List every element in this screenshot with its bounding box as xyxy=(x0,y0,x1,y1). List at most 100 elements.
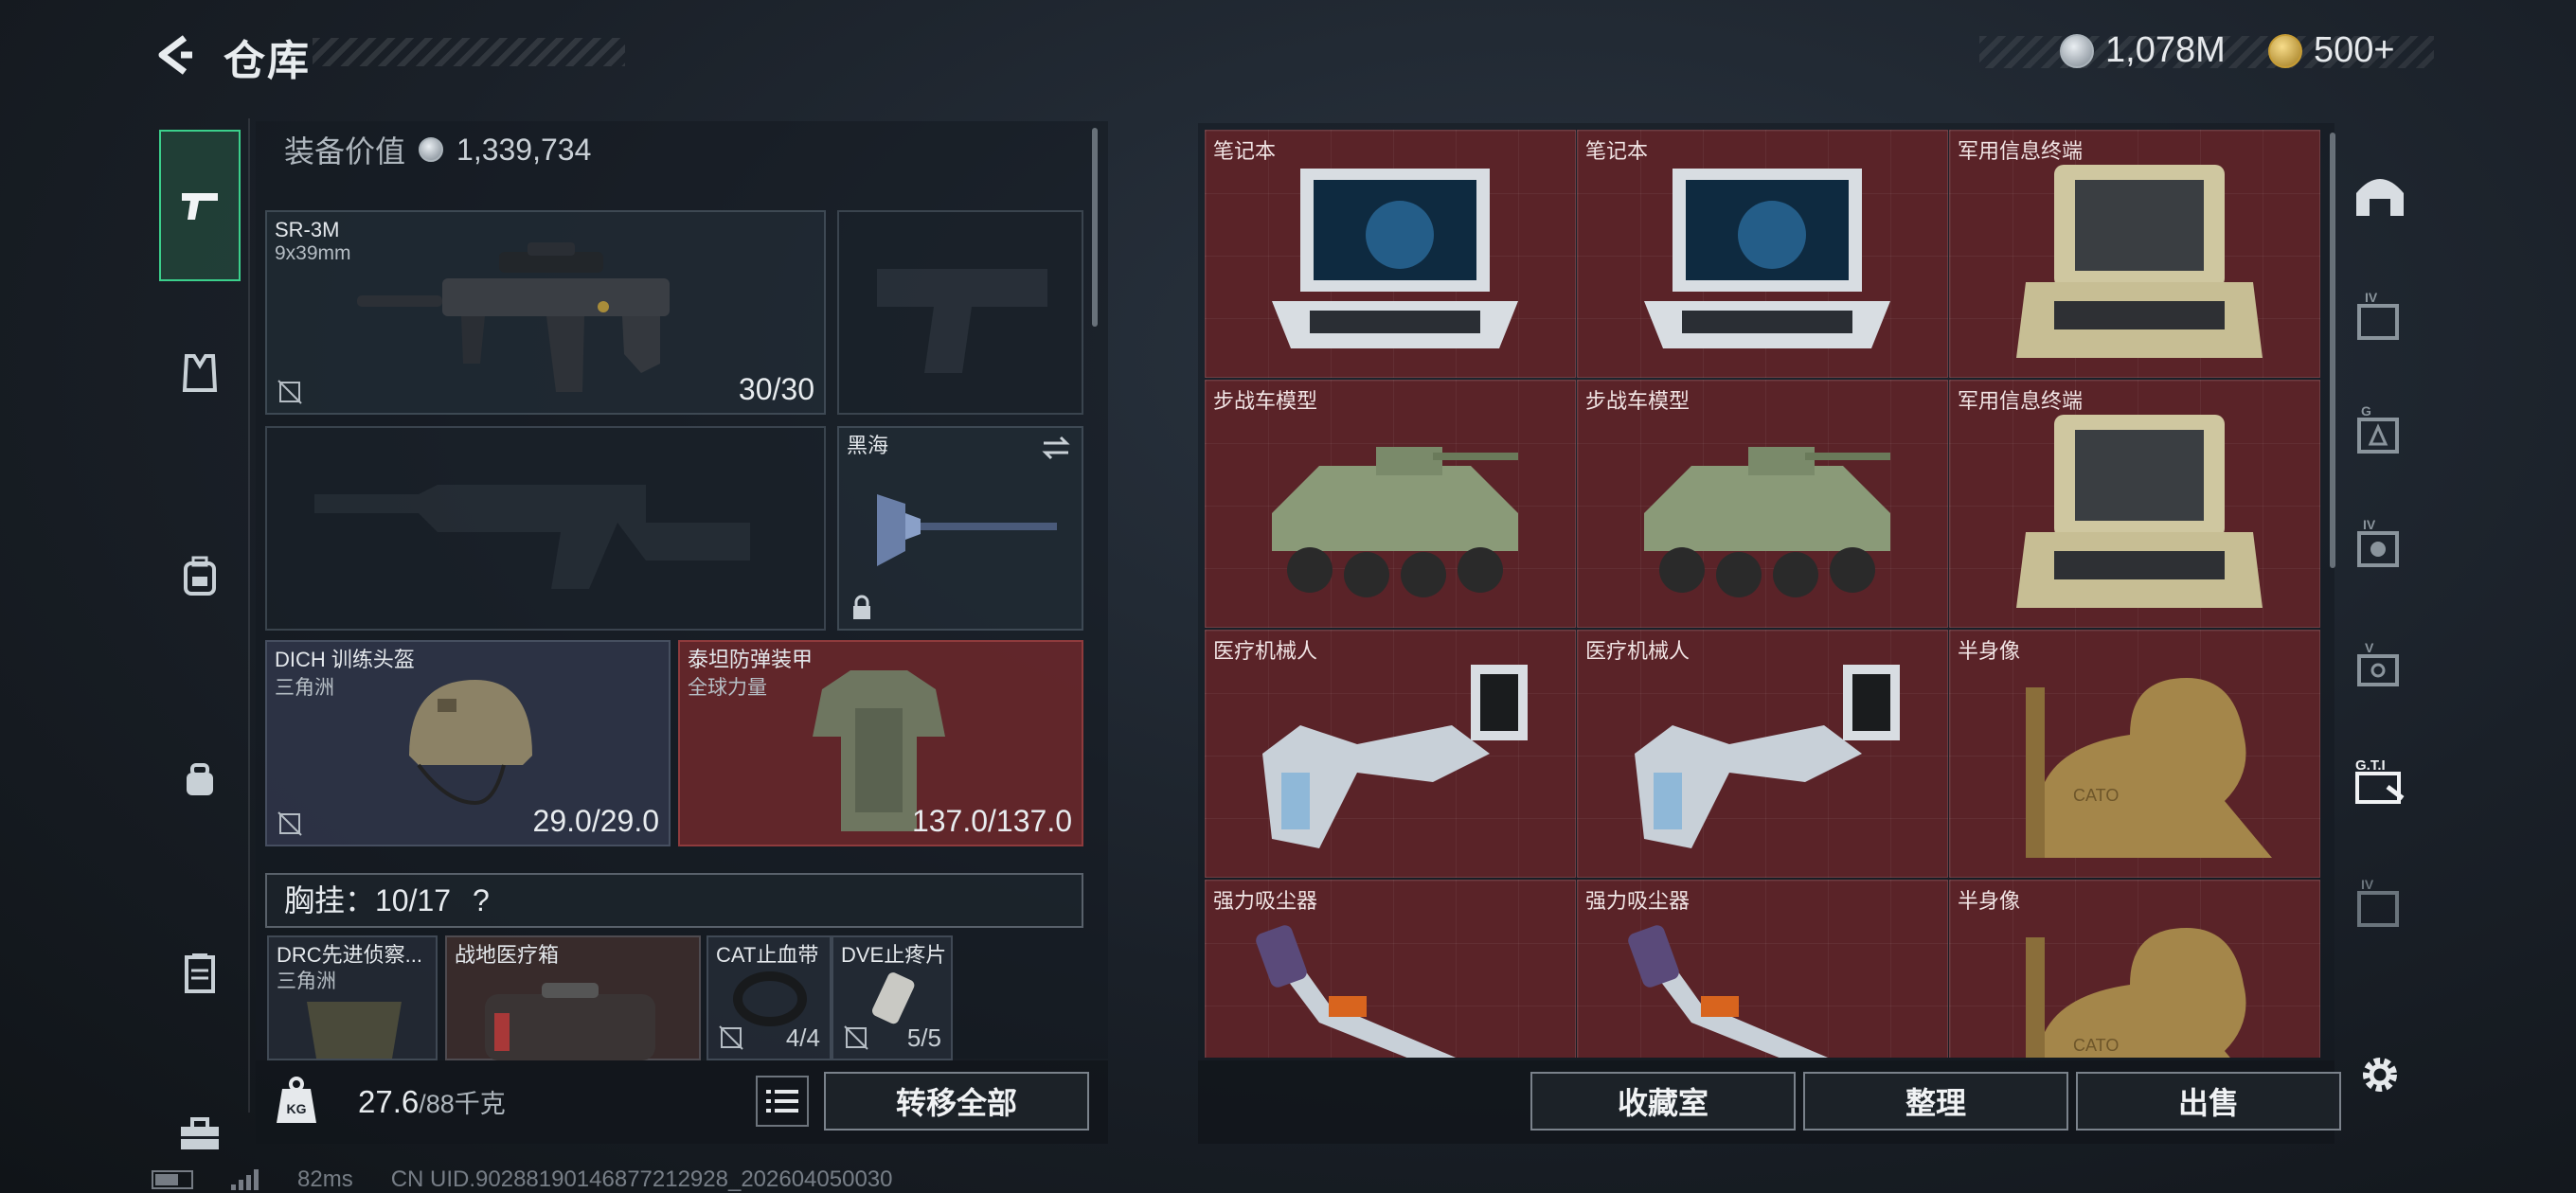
storage-tab-gti[interactable]: G.T.I xyxy=(2337,739,2423,824)
primary-weapon-slot[interactable]: SR-3M 9x39mm 30/30 xyxy=(265,210,826,415)
storage-item-laptop[interactable]: 笔记本 xyxy=(1205,130,1576,378)
warehouse-icon xyxy=(2356,179,2404,216)
weapon-name: SR-3M xyxy=(275,218,340,241)
chest-rig-icon xyxy=(307,1002,402,1059)
axe-icon xyxy=(877,494,1057,566)
back-button[interactable] xyxy=(142,27,208,83)
weight-icon: KG xyxy=(273,1076,320,1125)
currency-silver[interactable]: 1,078M xyxy=(2060,30,2226,71)
terminal-icon xyxy=(1988,159,2291,373)
item-name: 医疗机械人 xyxy=(1213,639,1318,663)
rifle-silhouette-icon xyxy=(314,485,750,589)
left-category-nav xyxy=(150,118,250,1149)
svg-text:IV: IV xyxy=(2361,877,2374,892)
rig-item-count: 5/5 xyxy=(906,1024,941,1052)
secondary-weapon-slot[interactable] xyxy=(837,210,1083,415)
storage-item-vacuum[interactable]: 强力吸尘器 xyxy=(1205,880,1576,1058)
container-tab-icon: V xyxy=(2357,640,2399,686)
storage-scrollbar[interactable] xyxy=(2330,133,2335,568)
melee-slot[interactable]: 黑海 xyxy=(837,426,1083,631)
vacuum-icon xyxy=(1616,909,1919,1058)
storage-item-robot[interactable]: 医疗机械人 xyxy=(1205,630,1576,878)
nav-case[interactable] xyxy=(159,933,241,1014)
vest-icon xyxy=(182,354,218,392)
organize-button[interactable]: 整理 xyxy=(1803,1072,2068,1131)
container-tab-icon: IV xyxy=(2357,877,2399,927)
storage-item-terminal[interactable]: 军用信息终端 xyxy=(1949,130,2320,378)
storage-tab-4[interactable]: IV xyxy=(2337,275,2423,360)
title-stripe xyxy=(313,38,625,66)
storage-tab-4b[interactable]: IV xyxy=(2337,502,2423,587)
container-tab-icon: IV xyxy=(2357,517,2399,567)
item-name: 步战车模型 xyxy=(1585,389,1690,413)
weapon-ammo: 30/30 xyxy=(738,372,814,406)
storage-item-ifv[interactable]: 步战车模型 xyxy=(1577,380,1948,628)
storage-tab-home[interactable] xyxy=(2337,151,2423,237)
storage-item-bust[interactable]: CATO 半身像 xyxy=(1949,630,2320,878)
weight-readout: 27.6/88千克 xyxy=(358,1083,506,1120)
storage-tabs: IV G IV V G.T.I IV xyxy=(2337,151,2423,1092)
backpack-icon xyxy=(184,556,216,596)
svg-text:IV: IV xyxy=(2365,290,2378,305)
rig-item-slot[interactable]: DRC先进侦察... 三角洲 xyxy=(267,935,438,1060)
ifv-icon xyxy=(1616,409,1919,623)
storage-grid: 笔记本 笔记本 军用信息终端 步战车模型 步战车模型 军用信息终端 医疗机械人 … xyxy=(1205,130,2322,1058)
currency-gold[interactable]: 500+ xyxy=(2268,30,2395,71)
rig-item-count: 4/4 xyxy=(785,1024,820,1052)
rig-item-name: 战地医疗箱 xyxy=(455,943,560,967)
armor-slot[interactable]: 泰坦防弹装甲 全球力量 137.0/137.0 xyxy=(678,640,1083,846)
rifle-icon xyxy=(357,242,670,392)
svg-text:IV: IV xyxy=(2363,517,2376,532)
currency-silver-value: 1,078M xyxy=(2105,30,2226,70)
toolbox-icon xyxy=(181,1117,219,1149)
bust-icon: CATO xyxy=(1988,659,2291,873)
item-name: 步战车模型 xyxy=(1213,389,1318,413)
container-tab-icon: G.T.I xyxy=(2355,757,2405,804)
no-insure-icon xyxy=(719,1025,743,1050)
pistol-silhouette-icon xyxy=(877,269,1047,373)
storage-item-ifv[interactable]: 步战车模型 xyxy=(1205,380,1576,628)
pistol-icon xyxy=(182,193,218,220)
back-arrow-icon xyxy=(158,35,192,75)
storage-item-laptop[interactable]: 笔记本 xyxy=(1577,130,1948,378)
svg-text:CATO: CATO xyxy=(2073,786,2119,805)
storage-tab-4c[interactable]: IV xyxy=(2337,862,2423,947)
svg-text:G: G xyxy=(2361,403,2371,418)
lock-icon xyxy=(853,595,870,619)
nav-vest[interactable] xyxy=(159,332,241,414)
transfer-all-button[interactable]: 转移全部 xyxy=(824,1072,1089,1131)
laptop-icon xyxy=(1616,159,1919,373)
rig-item-slot[interactable]: 战地医疗箱 xyxy=(445,935,701,1060)
nav-weapons[interactable] xyxy=(159,130,241,281)
collection-room-button[interactable]: 收藏室 xyxy=(1530,1072,1796,1131)
nav-toolbox[interactable] xyxy=(159,1094,241,1175)
storage-item-robot[interactable]: 医疗机械人 xyxy=(1577,630,1948,878)
sell-button[interactable]: 出售 xyxy=(2076,1072,2341,1131)
storage-tab-v[interactable]: V xyxy=(2337,625,2423,710)
status-footer: 82ms CN UID.90288190146877212928_2026040… xyxy=(152,1166,893,1193)
medkit-icon xyxy=(485,983,655,1060)
help-icon[interactable]: ? xyxy=(473,883,490,917)
svg-text:G.T.I: G.T.I xyxy=(2355,757,2386,774)
nav-pouch[interactable] xyxy=(159,739,241,821)
list-view-button[interactable] xyxy=(756,1076,809,1127)
rig-item-slot[interactable]: CAT止血带 4/4 xyxy=(707,935,832,1060)
secondary-primary-slot[interactable] xyxy=(265,426,826,631)
laptop-icon xyxy=(1243,159,1547,373)
ifv-icon xyxy=(1243,409,1547,623)
swap-icon[interactable] xyxy=(1040,434,1072,462)
loadout-scrollbar[interactable] xyxy=(1092,128,1098,327)
chest-rig-bar[interactable]: 胸挂：10/17 ? xyxy=(265,873,1083,928)
nav-backpack[interactable] xyxy=(159,535,241,616)
storage-item-vacuum[interactable]: 强力吸尘器 xyxy=(1577,880,1948,1058)
melee-name: 黑海 xyxy=(847,434,889,457)
storage-item-terminal[interactable]: 军用信息终端 xyxy=(1949,380,2320,628)
robot-icon xyxy=(1616,659,1919,873)
battery-icon xyxy=(152,1170,193,1189)
storage-item-bust[interactable]: CATO 半身像 xyxy=(1949,880,2320,1058)
storage-tab-g[interactable]: G xyxy=(2337,388,2423,473)
item-name: 军用信息终端 xyxy=(1958,139,2084,163)
helmet-slot[interactable]: DICH 训练头盔 三角洲 29.0/29.0 xyxy=(265,640,671,846)
settings-button[interactable] xyxy=(2337,1032,2423,1117)
rig-item-slot[interactable]: DVE止疼片 5/5 xyxy=(832,935,953,1060)
